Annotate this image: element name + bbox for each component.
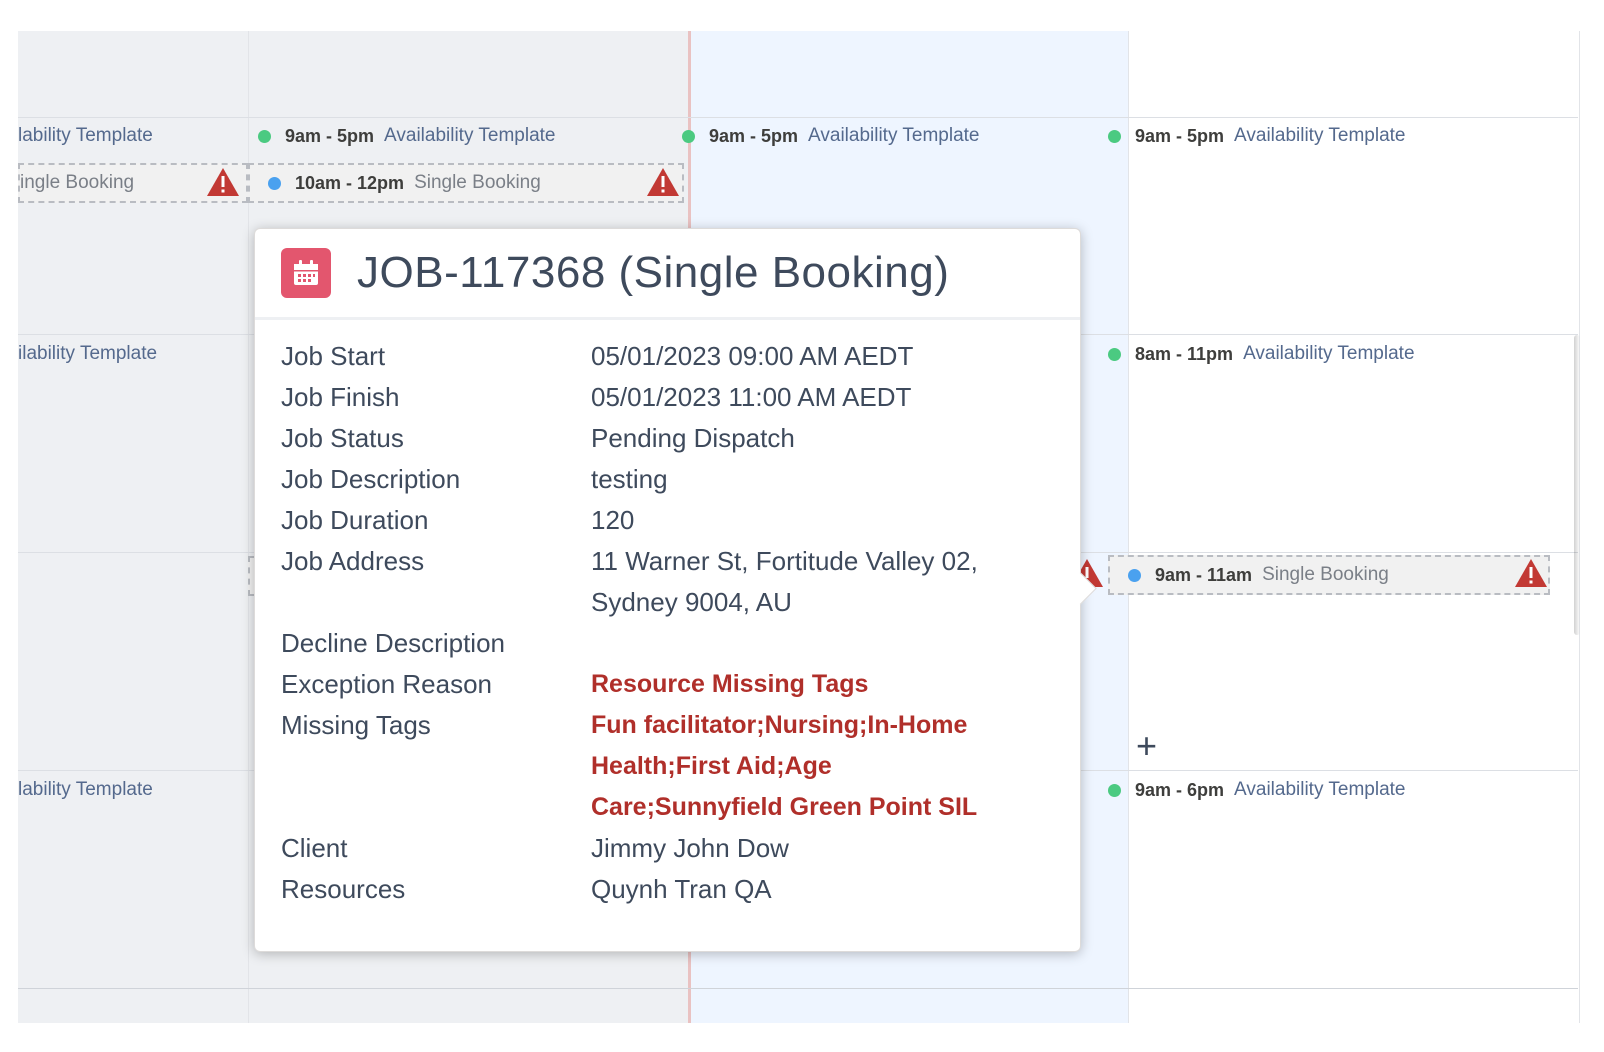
detail-value-line: 05/01/2023 09:00 AM AEDT <box>591 341 914 371</box>
event-label: Availability Template <box>1234 125 1406 146</box>
detail-label: Resources <box>281 874 406 904</box>
status-dot <box>268 176 281 190</box>
event-time: 8am - 11pm <box>1135 343 1234 364</box>
detail-label: Exception Reason <box>281 669 493 699</box>
detail-value-line: 120 <box>591 505 635 535</box>
availability-event[interactable]: lability Template <box>18 779 243 801</box>
detail-value: Quynh Tran QA <box>591 869 1031 910</box>
detail-row-job-description: Job Description testing <box>281 459 1054 500</box>
event-label: Single Booking <box>414 172 541 193</box>
detail-value-line: Sydney 9004, AU <box>591 587 792 617</box>
detail-value-line: 11 Warner St, Fortitude Valley 02, <box>591 546 978 576</box>
detail-value: 120 <box>591 500 1031 541</box>
event-time: 9am - 5pm <box>285 125 375 146</box>
status-dot <box>1108 783 1121 797</box>
job-details-popover: JOB-117368 (Single Booking) Job Start 05… <box>254 228 1097 952</box>
event-label: Availability Template <box>1243 343 1415 364</box>
scroll-edge-shadow <box>1574 335 1580 635</box>
add-event-button[interactable]: + <box>1136 728 1157 764</box>
event-time: 9am - 5pm <box>709 125 799 146</box>
detail-label: Job Finish <box>281 382 400 412</box>
popover-details: Job Start 05/01/2023 09:00 AM AEDT Job F… <box>255 320 1080 910</box>
detail-value: Resource Missing Tags <box>591 664 1031 705</box>
event-label: lability Template <box>18 779 153 800</box>
status-dot <box>1108 347 1121 361</box>
detail-label: Client <box>281 833 348 863</box>
detail-row-job-duration: Job Duration 120 <box>281 500 1054 541</box>
detail-row-exception-reason: Exception Reason Resource Missing Tags <box>281 664 1054 705</box>
popover-header: JOB-117368 (Single Booking) <box>255 229 1080 320</box>
detail-value: Jimmy John Dow <box>591 828 1031 869</box>
status-dot <box>1128 568 1141 582</box>
detail-label: Job Duration <box>281 505 429 535</box>
detail-value: 05/01/2023 11:00 AM AEDT <box>591 377 1031 418</box>
detail-value: Fun facilitator;Nursing;In-Home Health;F… <box>591 705 1031 828</box>
popover-title: JOB-117368 (Single Booking) <box>357 248 950 297</box>
detail-row-job-start: Job Start 05/01/2023 09:00 AM AEDT <box>281 336 1054 377</box>
event-label: Availability Template <box>384 125 556 146</box>
detail-row-job-address: Job Address 11 Warner St, Fortitude Vall… <box>281 541 1054 623</box>
availability-event[interactable]: ilability Template <box>18 343 243 365</box>
detail-value-line: testing <box>591 464 668 494</box>
row-divider <box>18 988 1578 989</box>
detail-value-line: Health;First Aid;Age <box>591 752 832 780</box>
detail-row-decline-description: Decline Description <box>281 623 1054 664</box>
detail-value: Pending Dispatch <box>591 418 1031 459</box>
detail-label: Missing Tags <box>281 710 431 740</box>
detail-value-line: Care;Sunnyfield Green Point SIL <box>591 793 978 821</box>
detail-row-job-status: Job Status Pending Dispatch <box>281 418 1054 459</box>
status-dot <box>682 129 695 143</box>
detail-value-line <box>591 623 1031 664</box>
event-time: 10am - 12pm <box>295 172 405 193</box>
detail-value-line: Quynh Tran QA <box>591 874 772 904</box>
event-label: ingle Booking <box>20 172 135 193</box>
availability-event[interactable]: 9am - 5pm Availability Template <box>258 125 683 147</box>
detail-label: Job Start <box>281 341 386 371</box>
event-label: Availability Template <box>808 125 980 146</box>
detail-value-line: Pending Dispatch <box>591 423 795 453</box>
detail-label: Job Description <box>281 464 461 494</box>
event-label: Single Booking <box>1262 564 1389 585</box>
detail-label: Decline Description <box>281 628 505 658</box>
booking-event[interactable]: 10am - 12pm Single Booking <box>248 163 684 203</box>
detail-value: testing <box>591 459 1031 500</box>
detail-value <box>591 623 1031 664</box>
availability-event[interactable]: lability Template <box>18 125 243 147</box>
status-dot <box>258 129 271 143</box>
detail-value: 11 Warner St, Fortitude Valley 02, Sydne… <box>591 541 1031 623</box>
row-divider <box>18 117 1578 118</box>
detail-value: 05/01/2023 09:00 AM AEDT <box>591 336 1031 377</box>
detail-value-line: Resource Missing Tags <box>591 670 869 698</box>
availability-event[interactable]: 9am - 6pm Availability Template <box>1108 779 1548 801</box>
detail-value-line: Jimmy John Dow <box>591 833 789 863</box>
event-label: ilability Template <box>18 343 158 364</box>
event-time: 9am - 6pm <box>1135 779 1225 800</box>
availability-event[interactable]: 9am - 5pm Availability Template <box>682 125 1107 147</box>
detail-label: Job Address <box>281 546 425 576</box>
detail-row-resources: Resources Quynh Tran QA <box>281 869 1054 910</box>
day-column-4 <box>1128 31 1580 1023</box>
event-label: Availability Template <box>1234 779 1406 800</box>
availability-event[interactable]: 8am - 11pm Availability Template <box>1108 343 1568 365</box>
event-label: lability Template <box>18 125 153 146</box>
booking-event[interactable]: 9am - 11am Single Booking <box>1108 555 1550 595</box>
calendar-icon <box>281 248 331 298</box>
detail-value-line: Fun facilitator;Nursing;In-Home <box>591 711 968 739</box>
status-dot <box>1108 129 1121 143</box>
detail-label: Job Status <box>281 423 404 453</box>
detail-row-client: Client Jimmy John Dow <box>281 828 1054 869</box>
event-time: 9am - 11am <box>1155 564 1253 585</box>
event-time: 9am - 5pm <box>1135 125 1225 146</box>
detail-row-job-finish: Job Finish 05/01/2023 11:00 AM AEDT <box>281 377 1054 418</box>
detail-value-line: 05/01/2023 11:00 AM AEDT <box>591 382 912 412</box>
detail-row-missing-tags: Missing Tags Fun facilitator;Nursing;In-… <box>281 705 1054 828</box>
availability-event[interactable]: 9am - 5pm Availability Template <box>1108 125 1548 147</box>
